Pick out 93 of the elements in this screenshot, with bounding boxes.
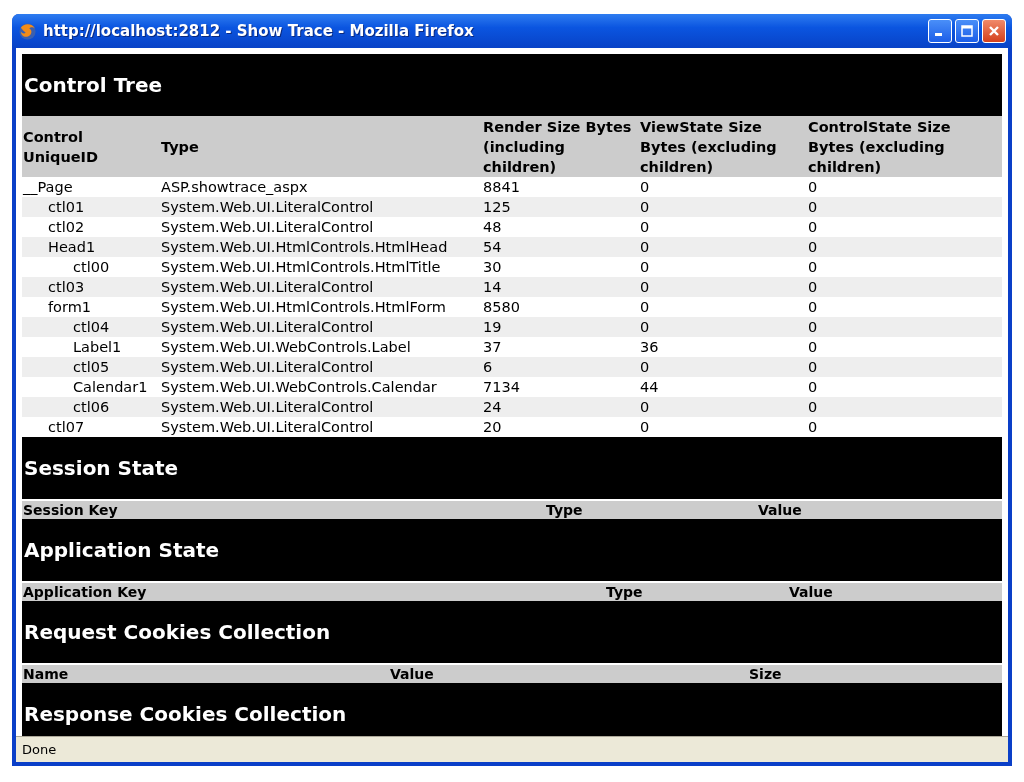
column-header: Control UniqueID [23, 129, 99, 165]
table-cell-text: form1 [47, 299, 92, 315]
table-cell: ASP.showtrace_aspx [161, 179, 308, 195]
table-cell-text: ctl05 [72, 359, 110, 375]
table-cell: 0 [808, 419, 818, 435]
table-cell: 0 [808, 279, 818, 295]
table-cell: 0 [640, 319, 650, 335]
table-cell: 0 [808, 239, 818, 255]
table-cell: 0 [808, 259, 818, 275]
table-cell: System.Web.UI.LiteralControl [161, 359, 374, 375]
table-cell: 0 [808, 359, 818, 375]
table-cell: 7134 [483, 379, 520, 395]
table-cell: System.Web.UI.LiteralControl [161, 319, 374, 335]
section-header: Application State [22, 519, 1002, 581]
table-cell: System.Web.UI.WebControls.Calendar [161, 379, 437, 395]
table-cell: 36 [640, 339, 659, 355]
close-icon [988, 25, 1000, 37]
table-cell: 0 [808, 319, 818, 335]
table-cell: System.Web.UI.HtmlControls.HtmlHead [161, 239, 448, 255]
table-cell: 0 [640, 419, 650, 435]
table-cell: 0 [808, 379, 818, 395]
table-cell-text: ctl02 [47, 219, 85, 235]
table-cell-text: ctl07 [47, 419, 85, 435]
table-cell: 6 [483, 359, 493, 375]
status-text: Done [22, 742, 57, 757]
column-header: Type [161, 139, 199, 155]
table-cell: 24 [483, 399, 502, 415]
table-cell: 0 [808, 399, 818, 415]
table-cell: 48 [483, 219, 502, 235]
table-cell: System.Web.UI.HtmlControls.HtmlForm [161, 299, 446, 315]
table-cell: 19 [483, 319, 502, 335]
maximize-icon [961, 25, 973, 37]
column-header: Value [788, 583, 833, 601]
table-cell: 0 [640, 279, 650, 295]
table-cell: 20 [483, 419, 502, 435]
column-header: Value [389, 665, 435, 683]
table-cell-text: ctl06 [72, 399, 110, 415]
close-button[interactable] [982, 19, 1006, 43]
column-header: Render Size Bytes (including children) [483, 119, 632, 175]
table-cell: 0 [808, 179, 818, 195]
table-cell: 0 [808, 339, 818, 355]
window-title: http://localhost:2812 - Show Trace - Mozilla Firefox [43, 22, 474, 40]
column-header: Size [748, 665, 782, 683]
table-cell-text: Head1 [47, 239, 96, 255]
table-cell: 37 [483, 339, 502, 355]
table-cell: 0 [640, 359, 650, 375]
table-cell: 8580 [483, 299, 520, 315]
minimize-icon [935, 33, 942, 36]
table-cell: System.Web.UI.LiteralControl [161, 399, 374, 415]
table-cell-text: Label1 [72, 339, 122, 355]
section-header: Request Cookies Collection [22, 601, 1002, 663]
table-cell: __Page [23, 179, 73, 195]
column-header: ViewState Size Bytes (excluding children) [640, 119, 777, 175]
table-cell: 0 [808, 199, 818, 215]
table-cell: 8841 [483, 179, 520, 195]
maximize-button[interactable] [955, 19, 979, 43]
browser-logo-icon [18, 21, 37, 41]
table-cell: 0 [808, 219, 818, 235]
column-header: Application Key [22, 583, 148, 601]
table-cell: 44 [640, 379, 659, 395]
column-header: Type [545, 501, 584, 519]
table-cell: 54 [483, 239, 502, 255]
table-cell: System.Web.UI.HtmlControls.HtmlTitle [161, 259, 441, 275]
column-header: Session Key [22, 501, 119, 519]
table-cell: 0 [808, 299, 818, 315]
table-cell: System.Web.UI.LiteralControl [161, 199, 374, 215]
table-cell: System.Web.UI.WebControls.Label [161, 339, 411, 355]
table-cell: 30 [483, 259, 502, 275]
table-cell: System.Web.UI.LiteralControl [161, 419, 374, 435]
table-cell: 0 [640, 299, 650, 315]
table-cell-text: ctl04 [72, 319, 110, 335]
table-cell: 125 [483, 199, 511, 215]
table-cell: 0 [640, 179, 650, 195]
table-cell: System.Web.UI.LiteralControl [161, 219, 374, 235]
section-header: Session State [22, 437, 1002, 499]
table-cell-text: ctl03 [47, 279, 85, 295]
table-cell: 0 [640, 259, 650, 275]
column-header: Value [757, 501, 802, 519]
section-header: Control Tree [22, 54, 1002, 116]
column-header: Type [605, 583, 644, 601]
table-cell: 0 [640, 219, 650, 235]
table-cell: 0 [640, 199, 650, 215]
table-cell-text: Calendar1 [72, 379, 148, 395]
minimize-button[interactable] [928, 19, 952, 43]
table-cell: 0 [640, 399, 650, 415]
column-header: Name [22, 665, 70, 683]
table-cell-text: ctl01 [47, 199, 85, 215]
section-header: Response Cookies Collection [22, 683, 1002, 736]
table-cell: 14 [483, 279, 502, 295]
column-header: ControlState Size Bytes (excluding children) [808, 119, 951, 175]
table-cell-text: ctl00 [72, 259, 110, 275]
table-cell: 0 [640, 239, 650, 255]
table-cell: System.Web.UI.LiteralControl [161, 279, 374, 295]
